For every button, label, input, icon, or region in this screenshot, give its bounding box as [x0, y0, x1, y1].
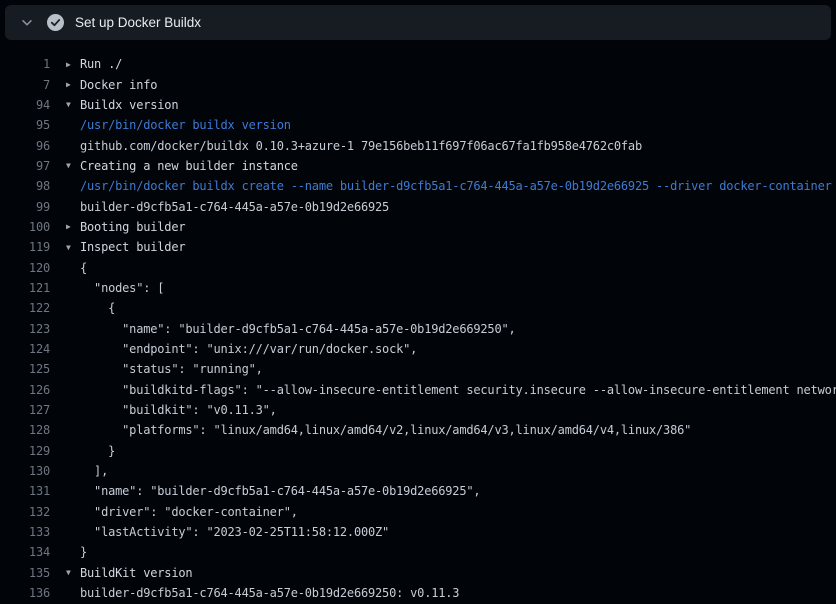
- log-group-row[interactable]: 94 ▼Buildx version: [0, 95, 836, 115]
- log-line-row: 95/usr/bin/docker buildx version: [0, 115, 836, 135]
- log-line-row: 124 "endpoint": "unix:///var/run/docker.…: [0, 339, 836, 359]
- group-title[interactable]: Run ./: [80, 57, 122, 71]
- log-text: builder-d9cfb5a1-c764-445a-a57e-0b19d2e6…: [80, 200, 389, 214]
- log-text: }: [80, 444, 115, 458]
- log-group-row[interactable]: 7 ▶Docker info: [0, 74, 836, 94]
- group-title[interactable]: BuildKit version: [80, 566, 192, 580]
- log-line-row: 121 "nodes": [: [0, 278, 836, 298]
- line-number[interactable]: 126: [0, 383, 50, 397]
- chevron-right-icon[interactable]: ▶: [66, 222, 80, 231]
- log-text: "platforms": "linux/amd64,linux/amd64/v2…: [80, 423, 691, 437]
- log-line-row: 98/usr/bin/docker buildx create --name b…: [0, 176, 836, 196]
- log-lines-container: 1▶Run ./7▶Docker info94▼Buildx version95…: [0, 54, 836, 603]
- log-group-row[interactable]: 135 ▼BuildKit version: [0, 563, 836, 583]
- log-text: "lastActivity": "2023-02-25T11:58:12.000…: [80, 525, 389, 539]
- log-line-row: 129 }: [0, 441, 836, 461]
- log-text: "status": "running",: [80, 362, 263, 376]
- line-number[interactable]: 131: [0, 484, 50, 498]
- log-text: }: [80, 545, 87, 559]
- line-number[interactable]: 94: [0, 98, 50, 112]
- log-line-row: 132 "driver": "docker-container",: [0, 502, 836, 522]
- log-text: {: [80, 261, 87, 275]
- log-line-row: 126 "buildkitd-flags": "--allow-insecure…: [0, 380, 836, 400]
- log-line-row: 122 {: [0, 298, 836, 318]
- line-number[interactable]: 100: [0, 220, 50, 234]
- check-circle-icon: [47, 14, 64, 31]
- chevron-down-icon[interactable]: ▼: [66, 100, 80, 109]
- log-text: builder-d9cfb5a1-c764-445a-a57e-0b19d2e6…: [80, 586, 459, 600]
- log-line-row: 136 builder-d9cfb5a1-c764-445a-a57e-0b19d…: [0, 583, 836, 603]
- command-text: /usr/bin/docker buildx create --name bui…: [80, 179, 832, 193]
- log-group-row[interactable]: 97 ▼Creating a new builder instance: [0, 156, 836, 176]
- line-number[interactable]: 95: [0, 118, 50, 132]
- log-text: "name": "builder-d9cfb5a1-c764-445a-a57e…: [80, 484, 480, 498]
- line-number[interactable]: 122: [0, 301, 50, 315]
- log-line-row: 99 builder-d9cfb5a1-c764-445a-a57e-0b19d2…: [0, 196, 836, 216]
- line-number[interactable]: 124: [0, 342, 50, 356]
- chevron-right-icon[interactable]: ▶: [66, 60, 80, 69]
- line-number[interactable]: 120: [0, 261, 50, 275]
- line-number[interactable]: 119: [0, 240, 50, 254]
- line-number[interactable]: 125: [0, 362, 50, 376]
- chevron-down-icon[interactable]: ▼: [66, 568, 80, 577]
- group-title[interactable]: Buildx version: [80, 98, 178, 112]
- line-number[interactable]: 121: [0, 281, 50, 295]
- log-group-row[interactable]: 100 ▶Booting builder: [0, 217, 836, 237]
- chevron-down-icon[interactable]: [19, 15, 35, 31]
- log-text: "buildkit": "v0.11.3",: [80, 403, 277, 417]
- chevron-right-icon[interactable]: ▶: [66, 80, 80, 89]
- line-number[interactable]: 128: [0, 423, 50, 437]
- group-title[interactable]: Booting builder: [80, 220, 185, 234]
- line-number[interactable]: 99: [0, 200, 50, 214]
- group-title[interactable]: Inspect builder: [80, 240, 185, 254]
- log-text: "buildkitd-flags": "--allow-insecure-ent…: [80, 383, 836, 397]
- chevron-down-icon[interactable]: ▼: [66, 243, 80, 252]
- log-line-row: 133 "lastActivity": "2023-02-25T11:58:12…: [0, 522, 836, 542]
- command-text: /usr/bin/docker buildx version: [80, 118, 291, 132]
- log-text: "nodes": [: [80, 281, 164, 295]
- line-number[interactable]: 129: [0, 444, 50, 458]
- line-number[interactable]: 1: [0, 57, 50, 71]
- log-text: ],: [80, 464, 108, 478]
- line-number[interactable]: 134: [0, 545, 50, 559]
- line-number[interactable]: 97: [0, 159, 50, 173]
- line-number[interactable]: 127: [0, 403, 50, 417]
- line-number[interactable]: 132: [0, 505, 50, 519]
- line-number[interactable]: 123: [0, 322, 50, 336]
- log-line-row: 127 "buildkit": "v0.11.3",: [0, 400, 836, 420]
- log-group-row[interactable]: 119 ▼Inspect builder: [0, 237, 836, 257]
- log-text: "name": "builder-d9cfb5a1-c764-445a-a57e…: [80, 322, 516, 336]
- step-header[interactable]: Set up Docker Buildx: [5, 5, 831, 40]
- line-number[interactable]: 96: [0, 139, 50, 153]
- log-line-row: 96 github.com/docker/buildx 0.10.3+azure-…: [0, 135, 836, 155]
- log-line-row: 123 "name": "builder-d9cfb5a1-c764-445a-…: [0, 318, 836, 338]
- group-title[interactable]: Docker info: [80, 78, 157, 92]
- log-text: {: [80, 301, 115, 315]
- log-line-row: 131 "name": "builder-d9cfb5a1-c764-445a-…: [0, 481, 836, 501]
- line-number[interactable]: 135: [0, 566, 50, 580]
- line-number[interactable]: 133: [0, 525, 50, 539]
- log-text: "endpoint": "unix:///var/run/docker.sock…: [80, 342, 417, 356]
- line-number[interactable]: 130: [0, 464, 50, 478]
- line-number[interactable]: 7: [0, 78, 50, 92]
- step-title: Set up Docker Buildx: [75, 15, 201, 30]
- group-title[interactable]: Creating a new builder instance: [80, 159, 298, 173]
- log-line-row: 120 {: [0, 257, 836, 277]
- line-number[interactable]: 136: [0, 586, 50, 600]
- line-number[interactable]: 98: [0, 179, 50, 193]
- log-text: "driver": "docker-container",: [80, 505, 298, 519]
- log-line-row: 125 "status": "running",: [0, 359, 836, 379]
- log-group-row[interactable]: 1 ▶Run ./: [0, 54, 836, 74]
- log-line-row: 128 "platforms": "linux/amd64,linux/amd6…: [0, 420, 836, 440]
- log-line-row: 134}: [0, 542, 836, 562]
- chevron-down-icon[interactable]: ▼: [66, 161, 80, 170]
- log-line-row: 130 ],: [0, 461, 836, 481]
- log-text: github.com/docker/buildx 0.10.3+azure-1 …: [80, 139, 642, 153]
